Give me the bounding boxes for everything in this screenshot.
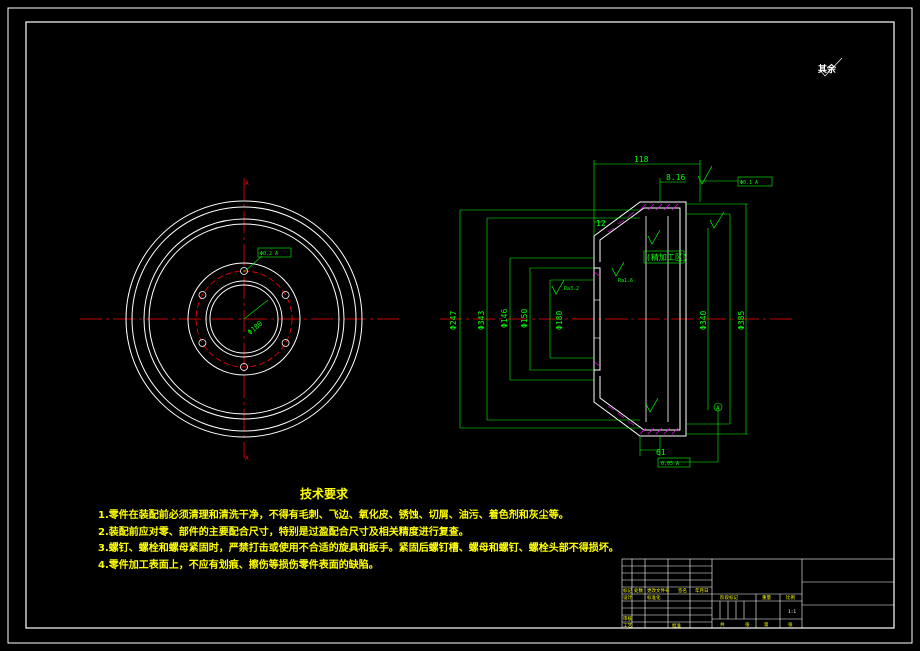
svg-text:张: 张 bbox=[788, 621, 793, 628]
svg-text:设计: 设计 bbox=[623, 594, 632, 601]
svg-text:签名: 签名 bbox=[678, 587, 687, 594]
ra-label-1: Ra3.2 bbox=[564, 286, 579, 292]
machining-note: (精加工区) bbox=[646, 252, 688, 262]
dim-inner: Φ150 bbox=[520, 309, 529, 328]
note-item: 2.装配前应对零、部件的主要配合尺寸，特别是过盈配合尺寸及相关精度进行复查。 bbox=[98, 526, 469, 538]
bolt-hole bbox=[198, 339, 207, 347]
dim-right2: Φ385 bbox=[737, 311, 746, 330]
technical-notes: 1.零件在装配前必须清理和清洗干净，不得有毛刺、飞边、氧化皮、锈蚀、切屑、油污、… bbox=[98, 508, 619, 574]
svg-text:标记: 标记 bbox=[623, 587, 632, 594]
svg-text:标准化: 标准化 bbox=[647, 594, 661, 601]
dim-right1: Φ340 bbox=[699, 311, 708, 330]
svg-text:A: A bbox=[245, 455, 249, 462]
rough-note: 其余 bbox=[818, 65, 837, 75]
svg-text:张: 张 bbox=[745, 621, 750, 628]
dim-overall-width: 118 bbox=[634, 155, 649, 164]
svg-text:更改文件号: 更改文件号 bbox=[647, 587, 670, 594]
svg-text:重量: 重量 bbox=[762, 594, 771, 601]
dim-146: Φ146 bbox=[500, 309, 509, 328]
svg-text:处数: 处数 bbox=[634, 587, 643, 594]
svg-text:A: A bbox=[245, 180, 249, 187]
front-view: A A Φ180 Φ0.2 A bbox=[80, 178, 400, 462]
front-tol-label: Φ0.2 A bbox=[260, 251, 278, 257]
ra-label-2: Ra1.6 bbox=[618, 278, 633, 284]
svg-text:第: 第 bbox=[764, 621, 769, 628]
dim-outer: Φ247 bbox=[449, 311, 458, 330]
note-item: 3.螺钉、螺栓和螺母紧固时，严禁打击或使用不合适的旋具和扳手。紧固后螺钉槽、螺母… bbox=[98, 543, 619, 554]
section-view: 118 8.16 12 (精加工区) Φ247 Φ343 Φ146 Φ150 Φ… bbox=[440, 57, 843, 468]
dim-flange-gap: 8.16 bbox=[666, 173, 685, 182]
pcd-label: Φ180 bbox=[246, 320, 264, 337]
svg-text:共: 共 bbox=[720, 621, 725, 628]
dim-bottom: 61 bbox=[656, 448, 666, 457]
svg-text:工艺: 工艺 bbox=[623, 623, 632, 629]
dim-180: Φ180 bbox=[555, 311, 564, 330]
tol-bottom: 0.05 A bbox=[661, 461, 679, 467]
bolt-hole bbox=[281, 339, 290, 347]
note-item: 4.零件加工表面上，不应有划痕、擦伤等损伤零件表面的缺陷。 bbox=[98, 559, 379, 571]
svg-text:年月日: 年月日 bbox=[695, 587, 709, 594]
datum-label: A bbox=[716, 405, 720, 412]
svg-text:阶段标记: 阶段标记 bbox=[720, 594, 738, 601]
svg-text:审核: 审核 bbox=[623, 615, 632, 622]
note-item: 1.零件在装配前必须清理和清洗干净，不得有毛刺、飞边、氧化皮、锈蚀、切屑、油污、… bbox=[98, 510, 569, 521]
notes-title: 技术要求 bbox=[300, 487, 349, 501]
dim-343: Φ343 bbox=[477, 311, 486, 330]
svg-text:批准: 批准 bbox=[672, 622, 681, 629]
tol-top: Φ0.1 A bbox=[740, 180, 758, 186]
svg-text:1:1: 1:1 bbox=[788, 609, 796, 615]
dim-left-note: 12 bbox=[596, 219, 606, 228]
svg-text:比例: 比例 bbox=[786, 594, 795, 601]
